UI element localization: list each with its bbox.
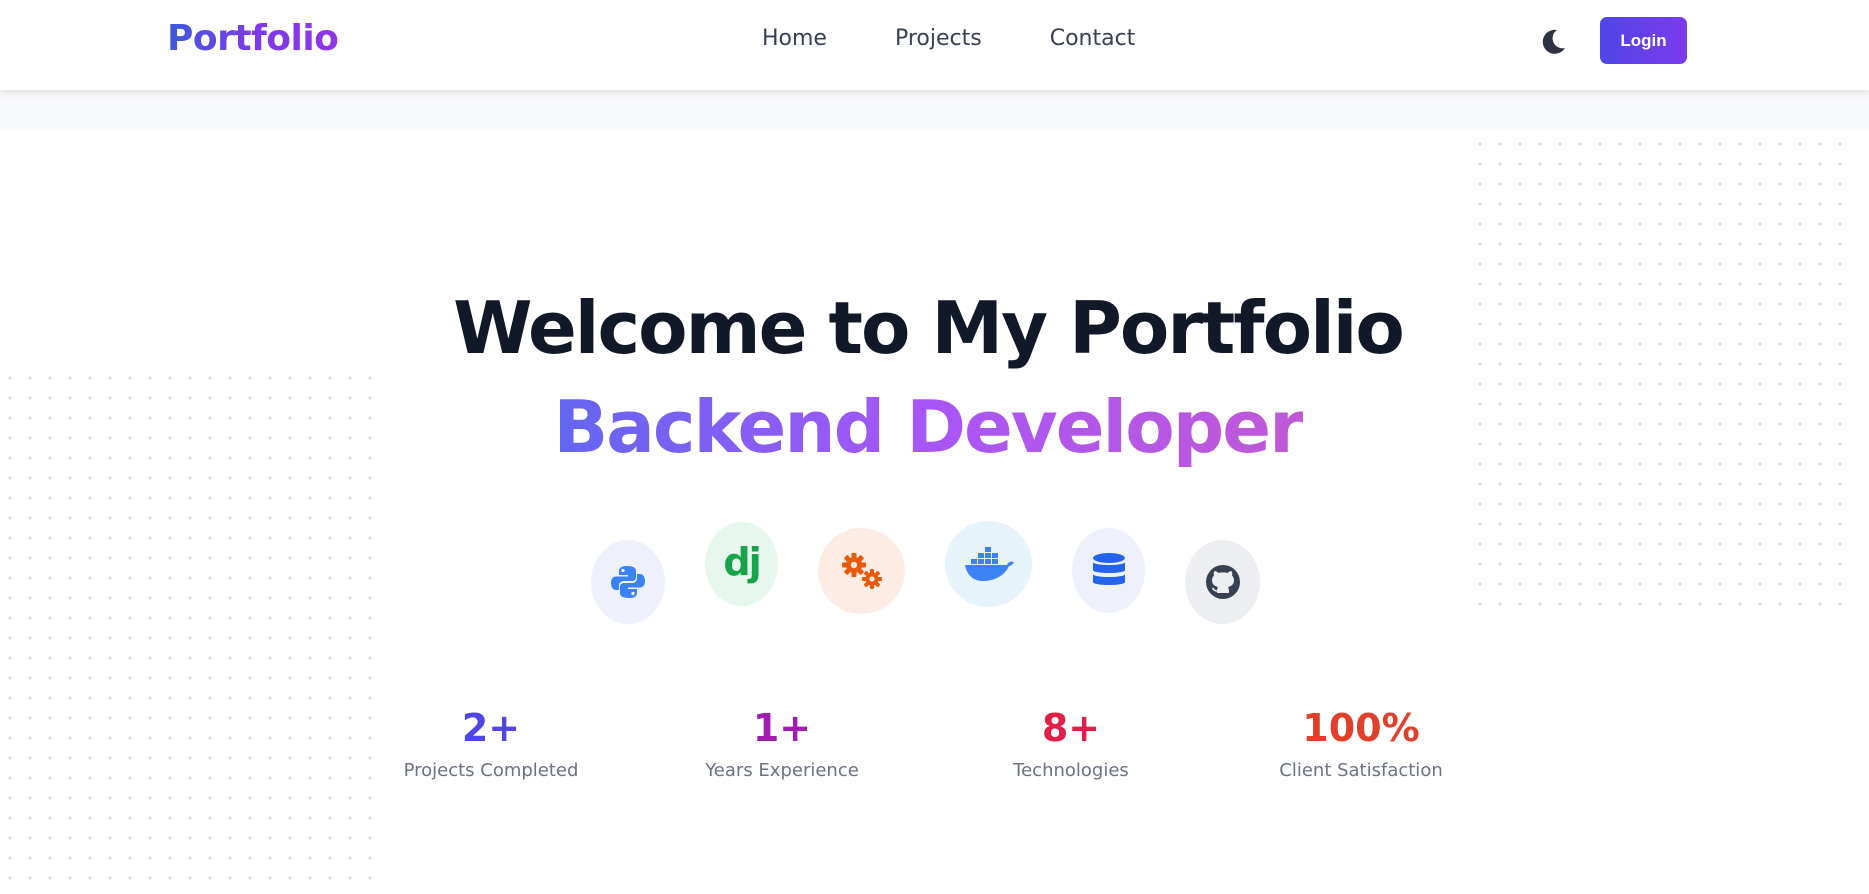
stat-label: Years Experience — [705, 760, 859, 781]
stat-projects: 2+ Projects Completed — [371, 706, 611, 781]
gears-icon — [818, 528, 905, 614]
stat-value: 2+ — [461, 706, 521, 750]
stat-value: 100% — [1302, 706, 1420, 750]
nav-link-home[interactable]: Home — [762, 26, 827, 51]
moon-icon[interactable] — [1537, 26, 1569, 58]
hero-title: Welcome to My Portfolio — [453, 286, 1405, 370]
django-icon-text: dj — [723, 540, 761, 584]
login-button[interactable]: Login — [1600, 17, 1687, 64]
github-icon[interactable] — [1185, 540, 1260, 624]
django-icon: dj — [705, 522, 778, 606]
stat-satisfaction: 100% Client Satisfaction — [1241, 706, 1481, 781]
nav-link-projects[interactable]: Projects — [895, 26, 982, 51]
stat-label: Projects Completed — [403, 760, 579, 781]
stat-value: 8+ — [1041, 706, 1101, 750]
nav-link-contact[interactable]: Contact — [1050, 26, 1136, 51]
docker-icon — [945, 521, 1032, 607]
hero-subtitle-text: Backend Developer — [553, 385, 1304, 469]
stat-label: Client Satisfaction — [1279, 760, 1443, 781]
stat-experience: 1+ Years Experience — [662, 706, 902, 781]
dot-pattern-right — [1470, 134, 1856, 622]
stat-technologies: 8+ Technologies — [951, 706, 1191, 781]
stat-value: 1+ — [752, 706, 812, 750]
python-icon — [591, 540, 665, 624]
nav-links: Home Projects Contact — [762, 26, 1135, 51]
header-band — [0, 90, 1869, 130]
navbar: Portfolio Home Projects Contact Login — [0, 0, 1869, 90]
database-icon — [1072, 528, 1145, 613]
brand-logo[interactable]: Portfolio — [167, 18, 339, 59]
stat-label: Technologies — [1013, 760, 1129, 781]
hero-subtitle: Backend Developer — [0, 385, 1856, 469]
